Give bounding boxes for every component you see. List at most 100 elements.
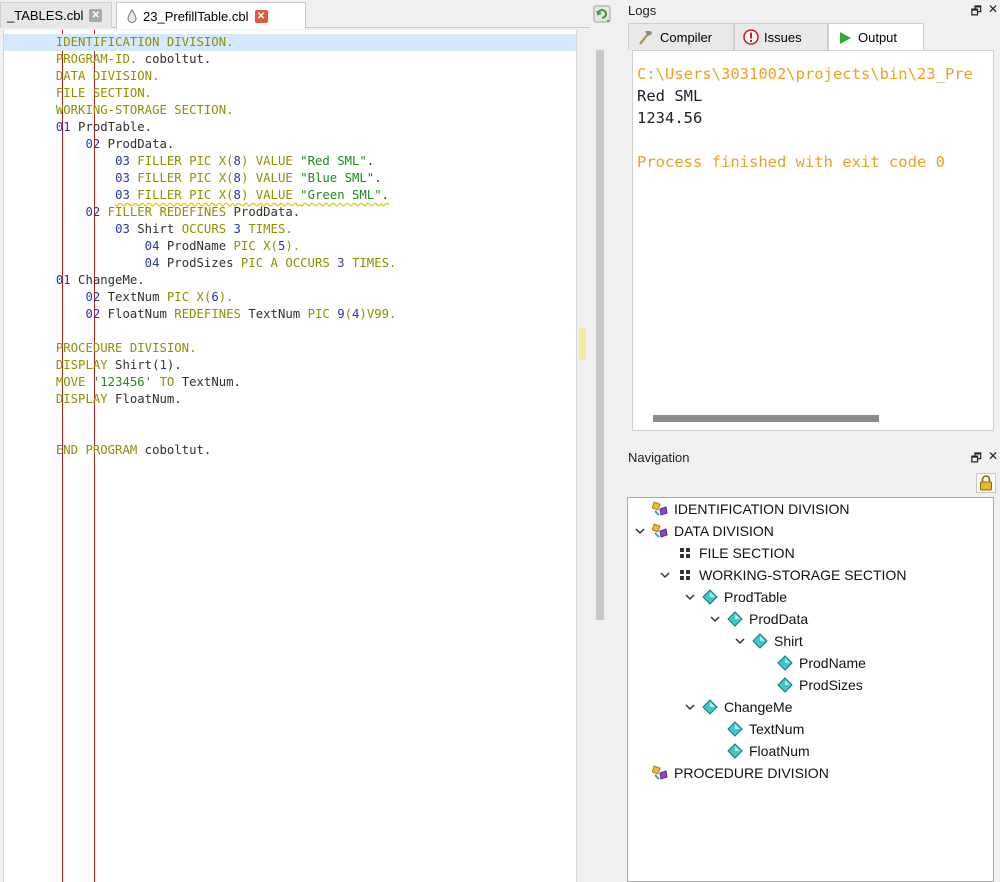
code-line[interactable]: FILE SECTION.	[4, 85, 576, 102]
code-token: TO	[152, 375, 175, 389]
code-line[interactable]: DISPLAY Shirt(1).	[4, 357, 576, 374]
tree-item[interactable]: IDENTIFICATION DIVISION	[634, 498, 850, 520]
tree-item-label: DATA DIVISION	[674, 523, 774, 539]
code-line[interactable]: 02 ProdData.	[4, 136, 576, 153]
code-token: 8	[233, 188, 241, 202]
tree-item-label: ProdSizes	[799, 677, 863, 693]
refresh-icon	[593, 5, 611, 23]
code-line[interactable]: 02 FILLER REDEFINES ProdData.	[4, 204, 576, 221]
code-line[interactable]: WORKING-STORAGE SECTION.	[4, 102, 576, 119]
code-line[interactable]: MOVE '123456' TO TextNum.	[4, 374, 576, 391]
tree-item[interactable]: ProdTable	[684, 586, 787, 608]
chevron-down-icon[interactable]	[734, 635, 746, 647]
code-token: 3	[337, 256, 345, 270]
code-token: ProdData.	[100, 137, 175, 151]
code-token: FloatNum	[100, 307, 175, 321]
tree-item[interactable]: TextNum	[709, 718, 804, 740]
code-line[interactable]: 01 ProdTable.	[4, 119, 576, 136]
tree-item[interactable]: FILE SECTION	[659, 542, 795, 564]
code-token: coboltut.	[137, 52, 212, 66]
close-icon[interactable]: ✕	[988, 449, 998, 470]
output-console[interactable]: C:\Users\3031002\projects\bin\23_Pre Red …	[632, 50, 994, 431]
code-token: coboltut.	[137, 443, 212, 457]
code-line[interactable]	[4, 323, 576, 340]
close-icon[interactable]: ✕	[988, 2, 998, 23]
code-token: MOVE	[55, 375, 93, 389]
tab-issues[interactable]: Issues	[734, 23, 828, 50]
code-line[interactable]: END PROGRAM coboltut.	[4, 442, 576, 459]
tree-item[interactable]: ProdData	[709, 608, 808, 630]
tree-item[interactable]: Shirt	[734, 630, 803, 652]
code-line[interactable]: IDENTIFICATION DIVISION.	[4, 34, 576, 51]
chevron-down-icon[interactable]	[709, 613, 721, 625]
code-line[interactable]: 01 ChangeMe.	[4, 272, 576, 289]
code-token: PIC X(	[233, 239, 278, 253]
refresh-button[interactable]	[592, 4, 612, 24]
restore-icon[interactable]: 🗗	[971, 449, 982, 470]
code-line[interactable]: 03 FILLER PIC X(8) VALUE "Blue SML".	[4, 170, 576, 187]
field-icon	[727, 611, 743, 627]
logs-title: Logs	[628, 2, 657, 18]
code-line[interactable]: PROGRAM-ID. coboltut.	[4, 51, 576, 68]
tab-output-label: Output	[858, 30, 898, 45]
editor-vertical-scrollbar[interactable]	[596, 50, 604, 620]
division-icon	[652, 523, 668, 539]
code-token: 8	[233, 154, 241, 168]
chevron-down-icon[interactable]	[684, 701, 696, 713]
code-line[interactable]	[4, 408, 576, 425]
tree-item[interactable]: DATA DIVISION	[634, 520, 774, 542]
code-line[interactable]: 04 ProdSizes PIC A OCCURS 3 TIMES.	[4, 255, 576, 272]
code-token: ProdTable.	[70, 120, 153, 134]
tree-item[interactable]: FloatNum	[709, 740, 810, 762]
code-line[interactable]: 02 TextNum PIC X(6).	[4, 289, 576, 306]
code-token: 1	[159, 358, 167, 372]
code-token: TIMES.	[240, 222, 293, 236]
code-line[interactable]: DATA DIVISION.	[4, 68, 576, 85]
restore-icon[interactable]: 🗗	[971, 2, 982, 23]
code-line[interactable]	[4, 425, 576, 442]
code-token: ).	[218, 290, 234, 304]
section-icon	[677, 545, 693, 561]
tab-prefill-table-file[interactable]: 23_PrefillTable.cbl ✕	[116, 2, 306, 29]
code-token: 03	[115, 222, 130, 236]
close-icon[interactable]: ✕	[254, 9, 268, 23]
code-line[interactable]: 03 FILLER PIC X(8) VALUE "Green SML".	[4, 187, 576, 204]
tree-item[interactable]: WORKING-STORAGE SECTION	[659, 564, 906, 586]
code-line[interactable]: 02 FloatNum REDEFINES TextNum PIC 9(4)V9…	[4, 306, 576, 323]
code-token: DATA DIVISION.	[55, 69, 160, 83]
code-line[interactable]: DISPLAY FloatNum.	[4, 391, 576, 408]
tree-item[interactable]: ChangeMe	[684, 696, 793, 718]
chevron-down-icon[interactable]	[659, 569, 671, 581]
tab-tables-file[interactable]: _TABLES.cbl ✕	[0, 2, 112, 28]
chevron-down-icon[interactable]	[634, 525, 646, 537]
code-token: IDENTIFICATION DIVISION.	[55, 35, 234, 49]
code-editor[interactable]: IDENTIFICATION DIVISION. PROGRAM-ID. cob…	[3, 30, 577, 882]
code-token: (	[344, 307, 353, 321]
ide-window: _TABLES.cbl ✕ 23_PrefillTable.cbl ✕ IDEN…	[0, 0, 1000, 882]
tab-output[interactable]: Output	[828, 23, 924, 51]
code-token: .	[374, 171, 382, 185]
code-line[interactable]: PROCEDURE DIVISION.	[4, 340, 576, 357]
output-horizontal-scrollbar[interactable]	[653, 415, 879, 422]
close-icon[interactable]: ✕	[89, 9, 103, 22]
code-token: ProdName	[159, 239, 234, 253]
code-line[interactable]: 03 Shirt OCCURS 3 TIMES.	[4, 221, 576, 238]
code-line[interactable]: 03 FILLER PIC X(8) VALUE "Red SML".	[4, 153, 576, 170]
division-icon	[652, 765, 668, 781]
lock-button[interactable]	[976, 473, 996, 493]
chevron-down-icon[interactable]	[684, 591, 696, 603]
tab-compiler[interactable]: Compiler	[628, 23, 734, 50]
tree-item[interactable]: ProdName	[759, 652, 866, 674]
code-token: '123456'	[92, 375, 153, 389]
tab-label: _TABLES.cbl	[7, 8, 84, 23]
tree-item[interactable]: PROCEDURE DIVISION	[634, 762, 829, 784]
tree-item[interactable]: ProdSizes	[759, 674, 863, 696]
code-line[interactable]: 04 ProdName PIC X(5).	[4, 238, 576, 255]
